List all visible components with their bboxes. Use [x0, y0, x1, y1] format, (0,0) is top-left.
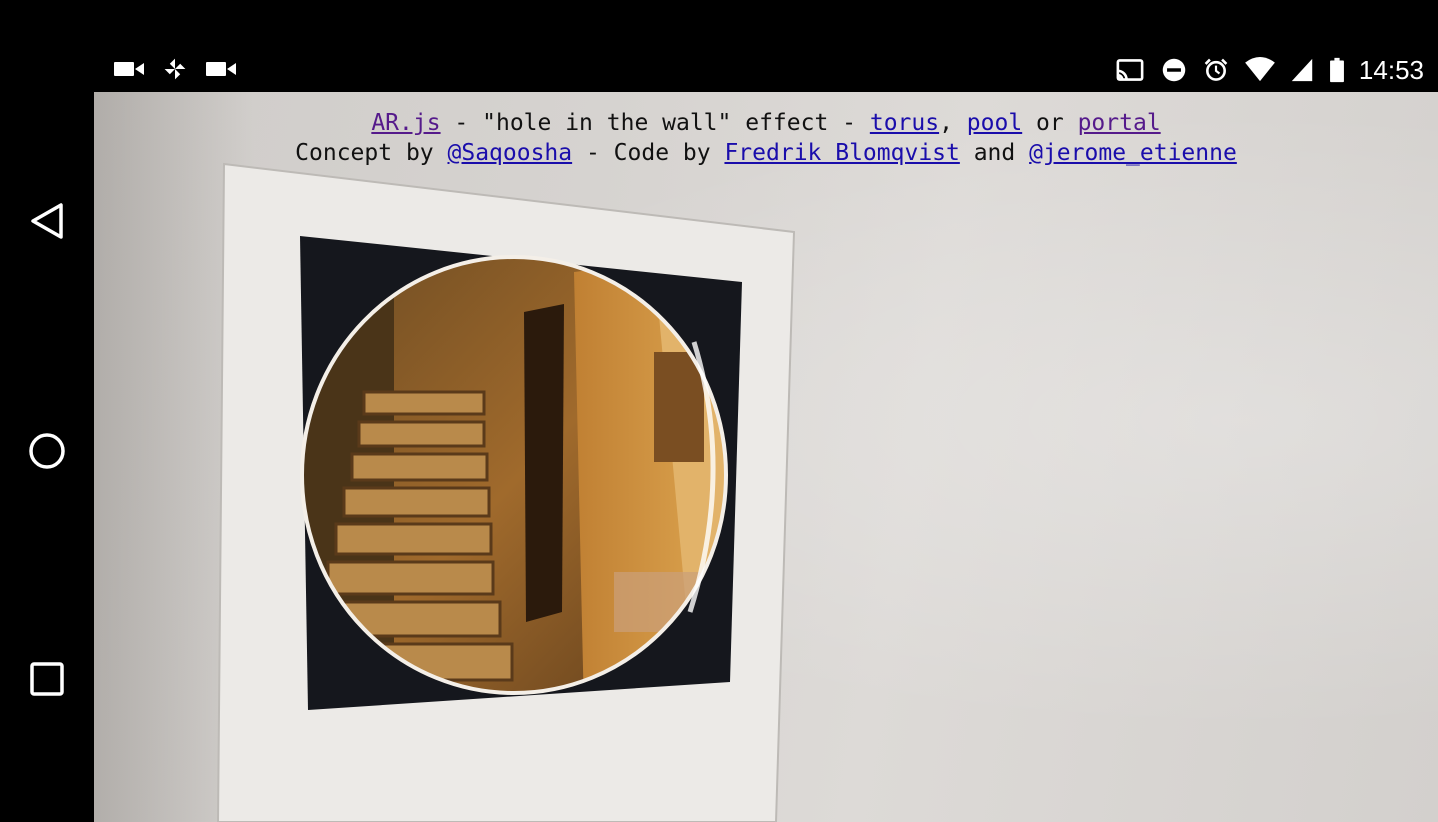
signal-icon	[1291, 58, 1313, 82]
info-line-1: AR.js - "hole in the wall" effect - toru…	[94, 108, 1438, 138]
status-left-icons	[112, 56, 238, 82]
comma-text: ,	[939, 110, 967, 136]
and-text: and	[959, 140, 1030, 166]
alarm-icon	[1204, 58, 1228, 81]
portal-link[interactable]: portal	[1078, 110, 1161, 136]
recents-square-icon	[30, 662, 64, 696]
do-not-disturb-icon	[1162, 58, 1186, 82]
status-right-icons: 14:53	[1113, 52, 1424, 88]
back-button[interactable]	[22, 196, 72, 246]
jerome-link[interactable]: @jerome_etienne	[1029, 140, 1237, 166]
info-line-2: Concept by @Saqoosha - Code by Fredrik B…	[94, 138, 1438, 168]
pinwheel-icon	[164, 58, 186, 80]
or-text: or	[1022, 110, 1078, 136]
home-button[interactable]	[22, 426, 72, 476]
video-camera-icon	[114, 62, 144, 76]
navigation-bar	[0, 92, 94, 822]
status-clock: 14:53	[1358, 55, 1424, 85]
saqoosha-link[interactable]: @Saqoosha	[448, 140, 573, 166]
ar-camera-view[interactable]	[94, 92, 1438, 822]
back-triangle-icon	[31, 203, 63, 239]
code-by-text: - Code by	[572, 140, 725, 166]
home-circle-icon	[29, 433, 65, 469]
pool-link[interactable]: pool	[967, 110, 1022, 136]
battery-icon	[1329, 57, 1344, 83]
arjs-link[interactable]: AR.js	[371, 110, 440, 136]
recents-button[interactable]	[22, 654, 72, 704]
info-overlay: AR.js - "hole in the wall" effect - toru…	[94, 108, 1438, 168]
fredrik-link[interactable]: Fredrik Blomqvist	[724, 140, 959, 166]
torus-link[interactable]: torus	[870, 110, 939, 136]
concept-text: Concept by	[295, 140, 448, 166]
effect-text: - "hole in the wall" effect -	[440, 110, 870, 136]
wifi-icon	[1245, 57, 1275, 82]
cast-icon	[1116, 59, 1144, 81]
status-bar: 14:53	[0, 0, 1438, 92]
video-camera-icon	[206, 62, 236, 76]
ar-scene-graphics	[216, 162, 796, 822]
